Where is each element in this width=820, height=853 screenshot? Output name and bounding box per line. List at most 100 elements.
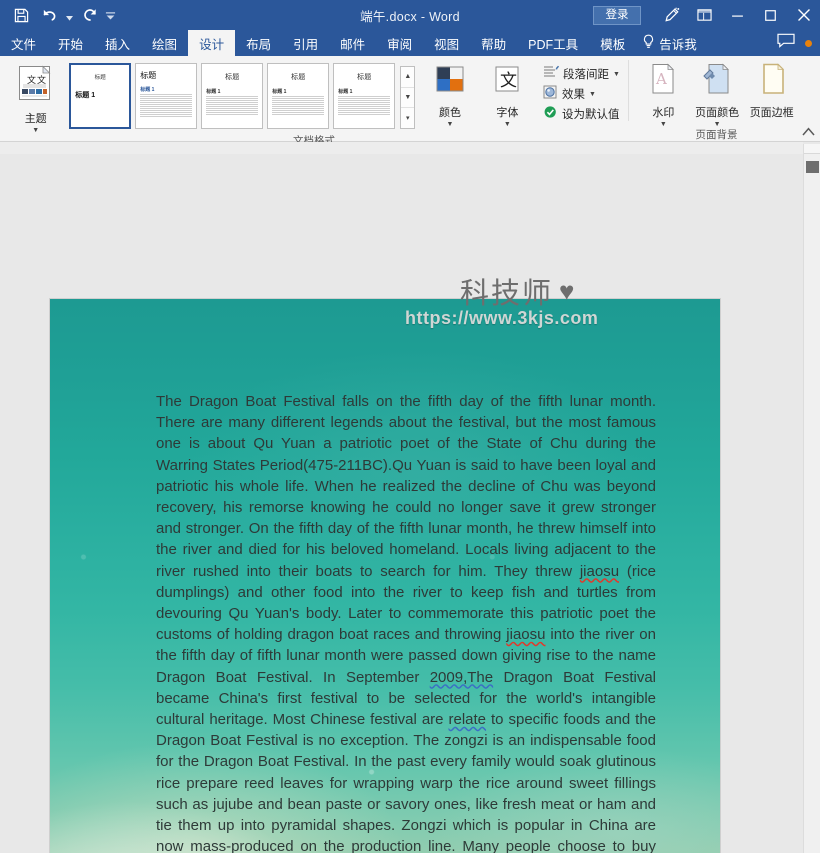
watermark-button[interactable]: A 水印 ▼ bbox=[637, 60, 690, 128]
tell-me-button[interactable]: 告诉我 bbox=[636, 30, 707, 56]
grammar-error-relate[interactable]: relate bbox=[449, 711, 487, 728]
quick-access-toolbar bbox=[0, 3, 116, 27]
tab-file[interactable]: 文件 bbox=[0, 30, 47, 56]
style-set-item-5[interactable]: 标题 标题 1 bbox=[333, 63, 396, 129]
page-color-label: 页面颜色 bbox=[695, 107, 740, 119]
tab-layout[interactable]: 布局 bbox=[235, 30, 282, 56]
watermark-dropdown-icon[interactable]: ▼ bbox=[660, 121, 667, 128]
theme-colors-icon bbox=[433, 64, 467, 103]
style-set-item-1-title: 标题 bbox=[94, 75, 106, 81]
save-icon[interactable] bbox=[8, 3, 34, 27]
theme-fonts-dropdown-icon[interactable]: ▼ bbox=[504, 121, 511, 128]
paragraph-spacing-label: 段落间距 bbox=[563, 69, 610, 81]
spelling-error-jiaosu-1[interactable]: jiaosu bbox=[580, 563, 619, 580]
style-set-item-4-title: 标题 bbox=[291, 74, 306, 81]
theme-fonts-button[interactable]: 文 字体 ▼ bbox=[481, 62, 534, 128]
themes-icon: 文 文 bbox=[16, 64, 56, 109]
style-set-item-1-heading: 标题 1 bbox=[75, 92, 96, 99]
customize-quick-access-icon[interactable] bbox=[105, 3, 116, 27]
themes-button[interactable]: 文 文 主题 ▼ bbox=[9, 62, 62, 134]
comment-icon[interactable] bbox=[777, 33, 795, 53]
tab-help[interactable]: 帮助 bbox=[470, 30, 517, 56]
tab-insert[interactable]: 插入 bbox=[94, 30, 141, 56]
spelling-error-jiaosu-2[interactable]: jiaosu bbox=[506, 626, 545, 643]
scrollbar-thumb[interactable] bbox=[806, 161, 819, 173]
style-set-gallery: 标题 标题 1 标题 标题 1 标题 标题 1 标题 标题 1 标题 标题 1 … bbox=[67, 60, 416, 129]
style-set-item-4[interactable]: 标题 标题 1 bbox=[267, 63, 330, 129]
page-color-icon bbox=[700, 62, 734, 103]
undo-icon[interactable] bbox=[36, 3, 62, 27]
effects-dropdown-icon[interactable]: ▼ bbox=[589, 91, 596, 98]
page-color-dropdown-icon[interactable]: ▼ bbox=[714, 121, 721, 128]
watermark-label: 水印 bbox=[652, 107, 675, 119]
paragraph-1: The Dragon Boat Festival falls on the fi… bbox=[156, 391, 656, 853]
theme-fonts-label: 字体 bbox=[496, 107, 519, 119]
tab-design[interactable]: 设计 bbox=[188, 30, 236, 56]
tab-home[interactable]: 开始 bbox=[47, 30, 94, 56]
text-run: The Dragon Boat Festival falls on the fi… bbox=[156, 393, 656, 580]
style-set-item-5-title: 标题 bbox=[357, 74, 372, 81]
gallery-scroll-up-icon[interactable]: ▲ bbox=[401, 67, 415, 88]
redo-icon[interactable] bbox=[77, 3, 103, 27]
style-set-item-3-sub: 标题 1 bbox=[206, 89, 221, 95]
minimize-icon[interactable] bbox=[721, 0, 754, 30]
document-page[interactable]: The Dragon Boat Festival falls on the fi… bbox=[50, 299, 720, 853]
set-as-default-button[interactable]: 设为默认值 bbox=[540, 104, 623, 124]
ribbon-display-options-icon[interactable] bbox=[688, 0, 721, 30]
tab-references[interactable]: 引用 bbox=[282, 30, 329, 56]
tell-me-label: 告诉我 bbox=[659, 37, 697, 52]
paragraph-spacing-dropdown-icon[interactable]: ▼ bbox=[613, 71, 620, 78]
style-set-item-1[interactable]: 标题 标题 1 bbox=[69, 63, 132, 129]
style-set-item-2-sub: 标题 1 bbox=[140, 87, 155, 93]
page-borders-icon bbox=[755, 62, 789, 103]
gallery-more-icon[interactable]: ▾ bbox=[401, 108, 414, 128]
page-borders-label: 页面边框 bbox=[749, 107, 794, 119]
undo-dropdown-icon[interactable] bbox=[64, 3, 75, 27]
svg-text:A: A bbox=[655, 70, 667, 88]
ruler-gap bbox=[0, 142, 803, 154]
split-window-handle[interactable] bbox=[804, 144, 820, 154]
page-borders-button[interactable]: 页面边框 bbox=[744, 60, 799, 120]
document-text-body[interactable]: The Dragon Boat Festival falls on the fi… bbox=[156, 391, 656, 853]
tab-review[interactable]: 审阅 bbox=[376, 30, 423, 56]
maximize-icon[interactable] bbox=[754, 0, 787, 30]
tab-mailings[interactable]: 邮件 bbox=[329, 30, 376, 56]
sign-in-button[interactable]: 登录 bbox=[593, 5, 641, 25]
theme-colors-dropdown-icon[interactable]: ▼ bbox=[447, 121, 454, 128]
style-set-item-5-sub: 标题 1 bbox=[338, 89, 353, 95]
tab-templates[interactable]: 模板 bbox=[589, 30, 636, 56]
style-set-item-2-title: 标题 bbox=[140, 71, 157, 80]
theme-colors-label: 颜色 bbox=[438, 107, 461, 119]
style-set-item-2[interactable]: 标题 标题 1 bbox=[135, 63, 198, 129]
effects-button[interactable]: 效果 ▼ bbox=[540, 84, 623, 104]
tabstrip-right-group bbox=[777, 30, 820, 56]
tab-view[interactable]: 视图 bbox=[423, 30, 470, 56]
vertical-scrollbar[interactable] bbox=[803, 144, 820, 853]
ribbon: 文 文 主题 ▼ 标题 标题 1 标题 标题 1 标题 标题 1 标题 标题 1… bbox=[0, 56, 820, 147]
word-window: 端午.docx - Word 登录 文件 开始 插入 绘图 设计 布局 引用 邮… bbox=[0, 0, 820, 853]
close-icon[interactable] bbox=[787, 0, 820, 30]
set-as-default-icon bbox=[543, 105, 558, 124]
style-set-item-4-sub: 标题 1 bbox=[272, 89, 287, 95]
effects-label: 效果 bbox=[562, 89, 586, 101]
style-set-item-3[interactable]: 标题 标题 1 bbox=[201, 63, 264, 129]
formatting-small-commands: 段落间距 ▼ 效果 ▼ 设为默认值 bbox=[540, 64, 623, 124]
theme-fonts-icon: 文 bbox=[490, 64, 524, 103]
svg-text:文: 文 bbox=[500, 71, 517, 91]
ink-pen-icon[interactable] bbox=[655, 0, 688, 30]
collapse-ribbon-icon[interactable] bbox=[800, 123, 816, 139]
gallery-scroll-controls: ▲ ▼ ▾ bbox=[400, 66, 416, 129]
paragraph-spacing-button[interactable]: 段落间距 ▼ bbox=[540, 64, 623, 84]
page-color-button[interactable]: 页面颜色 ▼ bbox=[690, 60, 745, 128]
theme-colors-button[interactable]: 颜色 ▼ bbox=[423, 62, 476, 128]
effects-icon bbox=[543, 85, 558, 104]
ribbon-group-document-formatting: 文 文 主题 ▼ 标题 标题 1 标题 标题 1 标题 标题 1 标题 标题 1… bbox=[0, 56, 628, 147]
gallery-scroll-down-icon[interactable]: ▼ bbox=[401, 88, 415, 109]
caption-buttons: 登录 bbox=[593, 0, 820, 30]
grammar-error-2009the[interactable]: 2009,The bbox=[430, 669, 493, 686]
set-as-default-label: 设为默认值 bbox=[562, 109, 620, 121]
ribbon-tabs: 文件 开始 插入 绘图 设计 布局 引用 邮件 审阅 视图 帮助 PDF工具 模… bbox=[0, 30, 820, 56]
tab-draw[interactable]: 绘图 bbox=[141, 30, 188, 56]
tab-pdf-tools[interactable]: PDF工具 bbox=[517, 30, 589, 56]
themes-dropdown-icon[interactable]: ▼ bbox=[32, 127, 39, 134]
